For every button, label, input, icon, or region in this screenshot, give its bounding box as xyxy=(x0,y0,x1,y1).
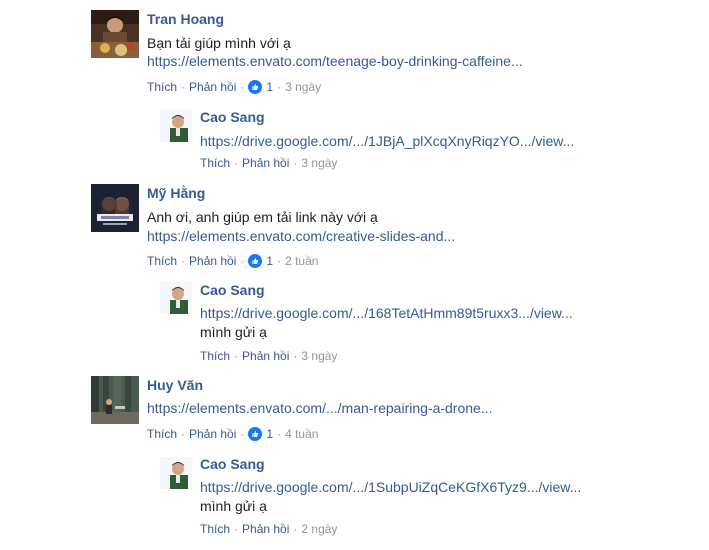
reaction-count[interactable]: 1 xyxy=(266,80,273,94)
reaction-count[interactable]: 1 xyxy=(266,254,273,268)
reply-timestamp[interactable]: 3 ngày xyxy=(301,156,337,170)
like-button[interactable]: Thích xyxy=(147,427,177,441)
reply-button[interactable]: Phản hồi xyxy=(189,427,236,441)
reply-button[interactable]: Phản hồi xyxy=(189,254,236,268)
like-button[interactable]: Thích xyxy=(200,156,230,170)
reply-actions: Thích · Phản hồi · 3 ngày xyxy=(200,349,338,363)
reply-actions: Thích · Phản hồi · 2 ngày xyxy=(200,522,338,536)
reply-text: mình gửi ạ xyxy=(200,324,267,340)
like-button[interactable]: Thích xyxy=(147,80,177,94)
reply-author[interactable]: Cao Sang xyxy=(200,282,265,298)
reply-link[interactable]: https://drive.google.com/.../168TetAtHmm… xyxy=(200,305,573,321)
comment-link[interactable]: https://elements.envato.com/teenage-boy-… xyxy=(147,53,523,69)
thumbs-up-icon[interactable] xyxy=(248,80,263,94)
comment-author[interactable]: Tran Hoang xyxy=(147,11,224,27)
thumbs-up-icon[interactable] xyxy=(248,254,263,268)
comment-actions: Thích · Phản hồi · 1 · 2 tuần xyxy=(147,254,319,268)
reply-link[interactable]: https://drive.google.com/.../1JBjA_plXcq… xyxy=(200,133,574,149)
avatar-cao-sang[interactable] xyxy=(160,282,192,314)
comment-timestamp[interactable]: 4 tuần xyxy=(285,427,318,441)
reply-timestamp[interactable]: 3 ngày xyxy=(301,349,337,363)
reply-author[interactable]: Cao Sang xyxy=(200,456,265,472)
comment-text: Anh ơi, anh giúp em tải link này với ạ xyxy=(147,209,378,225)
comment-link[interactable]: https://elements.envato.com/creative-sli… xyxy=(147,228,455,244)
avatar-tran-hoang[interactable] xyxy=(91,10,139,58)
reply-timestamp[interactable]: 2 ngày xyxy=(301,522,337,536)
reply-link[interactable]: https://drive.google.com/.../1SubpUiZqCe… xyxy=(200,479,581,495)
reply-actions: Thích · Phản hồi · 3 ngày xyxy=(200,156,338,170)
reply-button[interactable]: Phản hồi xyxy=(242,156,289,170)
like-button[interactable]: Thích xyxy=(200,349,230,363)
comment-link[interactable]: https://elements.envato.com/.../man-repa… xyxy=(147,400,493,416)
comment-timestamp[interactable]: 2 tuần xyxy=(285,254,318,268)
reply-author[interactable]: Cao Sang xyxy=(200,109,265,125)
reply-button[interactable]: Phản hồi xyxy=(242,349,289,363)
comment-actions: Thích · Phản hồi · 1 · 4 tuần xyxy=(147,427,319,441)
comment-author[interactable]: Mỹ Hằng xyxy=(147,185,205,201)
like-button[interactable]: Thích xyxy=(147,254,177,268)
avatar-cao-sang[interactable] xyxy=(160,110,192,142)
reaction-count[interactable]: 1 xyxy=(266,427,273,441)
reply-text: mình gửi ạ xyxy=(200,498,267,514)
avatar-cao-sang[interactable] xyxy=(160,457,192,489)
thumbs-up-icon[interactable] xyxy=(248,427,263,441)
reply-button[interactable]: Phản hồi xyxy=(242,522,289,536)
comment-text: Bạn tải giúp mình với ạ xyxy=(147,35,291,51)
avatar-my-hang[interactable] xyxy=(91,184,139,232)
comment-actions: Thích · Phản hồi · 1 · 3 ngày xyxy=(147,80,322,94)
comment-author[interactable]: Huy Văn xyxy=(147,377,203,393)
avatar-huy-van[interactable] xyxy=(91,376,139,424)
comment-timestamp[interactable]: 3 ngày xyxy=(285,80,321,94)
like-button[interactable]: Thích xyxy=(200,522,230,536)
reply-button[interactable]: Phản hồi xyxy=(189,80,236,94)
